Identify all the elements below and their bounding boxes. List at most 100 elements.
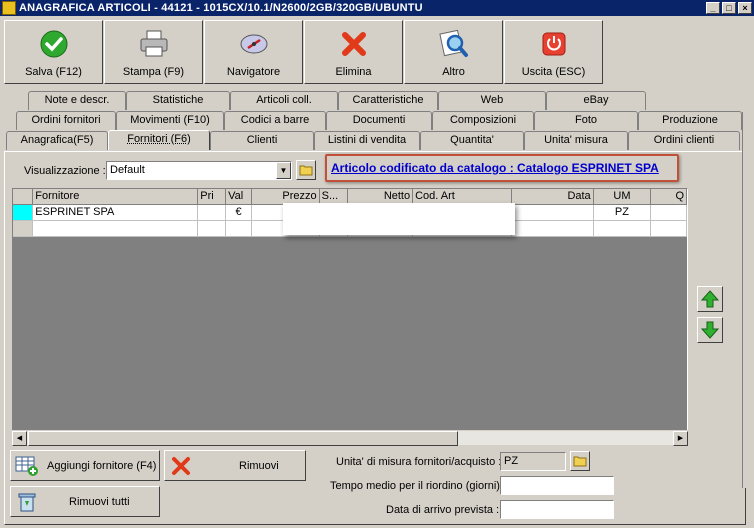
- maximize-button[interactable]: □: [722, 2, 736, 14]
- column-header[interactable]: Cod. Art: [412, 189, 513, 205]
- move-up-button[interactable]: [697, 286, 723, 312]
- row-indicator-header: [13, 189, 34, 205]
- remove-button[interactable]: Rimuovi: [164, 450, 306, 481]
- recycle-bin-icon: [15, 490, 39, 514]
- arrival-label: Data di arrivo prevista :: [386, 504, 500, 516]
- tab-supplier-orders[interactable]: Ordini fornitori: [16, 111, 116, 130]
- folder-icon: [299, 165, 313, 176]
- column-header[interactable]: Data: [511, 189, 594, 205]
- tab-suppliers[interactable]: Fornitori (F6): [108, 130, 210, 150]
- move-down-button[interactable]: [697, 317, 723, 343]
- column-header[interactable]: Q: [650, 189, 687, 205]
- reorder-label: Tempo medio per il riordino (giorni) :: [330, 480, 507, 492]
- add-supplier-label: Aggiungi fornitore (F4): [47, 459, 157, 472]
- delete-x-icon: [338, 28, 370, 60]
- scroll-right-icon[interactable]: ▶: [673, 431, 688, 446]
- exit-button[interactable]: Uscita (ESC): [504, 20, 603, 84]
- remove-label: Rimuovi: [239, 459, 279, 472]
- window-title: ANAGRAFICA ARTICOLI - 44121 - 1015CX/10.…: [19, 2, 423, 14]
- tab-customer-orders[interactable]: Ordini clienti: [628, 131, 740, 150]
- tab-price-lists[interactable]: Listini di vendita: [314, 131, 420, 150]
- row-indicator[interactable]: [13, 204, 34, 221]
- exit-label: Uscita (ESC): [521, 66, 586, 78]
- grid-header-row: Fornitore Pri Val Prezzo S... Netto Cod.…: [13, 189, 687, 205]
- tab-movements[interactable]: Movimenti (F10): [116, 111, 224, 130]
- minimize-button[interactable]: _: [706, 2, 720, 14]
- delete-button[interactable]: Elimina: [304, 20, 403, 84]
- uom-label: Unita' di misura fornitori/acquisto :: [336, 456, 502, 468]
- grid-horizontal-scrollbar[interactable]: ◀ ▶: [12, 430, 688, 446]
- tab-statistics[interactable]: Statistiche: [126, 91, 230, 110]
- navigator-button[interactable]: Navigatore: [204, 20, 303, 84]
- title-bar: ANAGRAFICA ARTICOLI - 44121 - 1015CX/10.…: [0, 0, 754, 16]
- tab-notes[interactable]: Note e descr.: [28, 91, 126, 110]
- navigator-label: Navigatore: [226, 66, 281, 78]
- arrival-field[interactable]: [500, 500, 614, 519]
- scroll-left-icon[interactable]: ◀: [12, 431, 27, 446]
- priority-cell[interactable]: [197, 204, 227, 221]
- save-label: Salva (F12): [25, 66, 82, 78]
- column-header[interactable]: S...: [319, 189, 348, 205]
- window-vertical-scrollbar[interactable]: [742, 112, 754, 488]
- dropdown-popup: [283, 203, 515, 235]
- view-value: Default: [110, 164, 145, 176]
- uom-field[interactable]: PZ: [500, 452, 566, 471]
- view-combo[interactable]: Default ▼: [106, 161, 292, 180]
- compass-icon: [238, 28, 270, 60]
- tab-registry[interactable]: Anagrafica(F5): [6, 131, 108, 150]
- um-cell[interactable]: PZ: [593, 204, 652, 221]
- chevron-down-icon[interactable]: ▼: [276, 162, 291, 179]
- check-icon: [38, 28, 70, 60]
- date-cell[interactable]: [511, 204, 594, 221]
- tab-ebay[interactable]: eBay: [546, 91, 646, 110]
- print-button[interactable]: Stampa (F9): [104, 20, 203, 84]
- qty-cell[interactable]: [650, 204, 687, 221]
- tab-quantity[interactable]: Quantita': [420, 131, 524, 150]
- remove-all-label: Rimuovi tutti: [69, 495, 130, 508]
- close-button[interactable]: ×: [738, 2, 752, 14]
- tab-units[interactable]: Unita' misura: [524, 131, 628, 150]
- add-supplier-button[interactable]: Aggiungi fornitore (F4): [10, 450, 160, 481]
- view-folder-button[interactable]: [296, 160, 316, 180]
- tab-photo[interactable]: Foto: [534, 111, 638, 130]
- delete-label: Elimina: [335, 66, 372, 78]
- tab-documents[interactable]: Documenti: [326, 111, 432, 130]
- row-indicator[interactable]: [13, 220, 34, 237]
- power-icon: [538, 28, 570, 60]
- folder-icon: [573, 456, 587, 467]
- uom-folder-button[interactable]: [570, 451, 590, 471]
- supplier-cell[interactable]: ESPRINET SPA: [32, 204, 199, 221]
- currency-cell[interactable]: €: [225, 204, 253, 221]
- column-header[interactable]: Pri: [197, 189, 227, 205]
- column-header[interactable]: Prezzo: [251, 189, 320, 205]
- app-icon: [2, 1, 16, 15]
- column-header[interactable]: Val: [225, 189, 253, 205]
- remove-all-button[interactable]: Rimuovi tutti: [10, 486, 160, 517]
- scroll-thumb[interactable]: [28, 431, 458, 446]
- tab-barcodes[interactable]: Codici a barre: [224, 111, 326, 130]
- tab-features[interactable]: Caratteristiche: [338, 91, 438, 110]
- add-table-icon: [15, 454, 39, 478]
- toolbar: Salva (F12) Stampa (F9) Navigatore Elimi…: [4, 20, 604, 86]
- tab-web[interactable]: Web: [438, 91, 546, 110]
- other-label: Altro: [442, 66, 465, 78]
- tab-customers[interactable]: Clienti: [210, 131, 314, 150]
- column-header[interactable]: UM: [593, 189, 652, 205]
- tab-compositions[interactable]: Composizioni: [432, 111, 534, 130]
- catalog-link[interactable]: Articolo codificato da catalogo : Catalo…: [331, 161, 659, 175]
- other-button[interactable]: Altro: [404, 20, 503, 84]
- remove-x-icon: [169, 454, 193, 478]
- search-document-icon: [438, 28, 470, 60]
- catalog-link-box: Articolo codificato da catalogo : Catalo…: [325, 154, 679, 182]
- tab-related-items[interactable]: Articoli coll.: [230, 91, 338, 110]
- arrow-down-icon: [700, 321, 720, 339]
- tab-production[interactable]: Produzione: [638, 111, 742, 130]
- view-label: Visualizzazione :: [24, 165, 106, 177]
- print-label: Stampa (F9): [122, 66, 185, 78]
- reorder-field[interactable]: [500, 476, 614, 495]
- column-header[interactable]: Netto: [347, 189, 414, 205]
- save-button[interactable]: Salva (F12): [4, 20, 103, 84]
- arrow-up-icon: [700, 290, 720, 308]
- column-header[interactable]: Fornitore: [32, 189, 199, 205]
- printer-icon: [138, 28, 170, 60]
